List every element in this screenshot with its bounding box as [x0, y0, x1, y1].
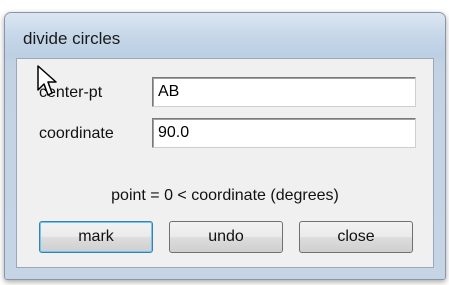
mark-button[interactable]: mark: [39, 221, 153, 253]
divide-circles-dialog: divide circles center-pt AB coordinate 9…: [4, 12, 446, 280]
coordinate-label: coordinate: [39, 125, 114, 142]
dialog-body: center-pt AB coordinate 90.0 point = 0 <…: [16, 58, 434, 268]
coordinate-input[interactable]: 90.0: [152, 118, 416, 148]
undo-button[interactable]: undo: [169, 221, 283, 253]
title-bar[interactable]: divide circles: [5, 13, 445, 57]
window-title: divide circles: [23, 29, 121, 48]
coordinate-hint-text: point = 0 < coordinate (degrees): [111, 187, 339, 204]
center-pt-input[interactable]: AB: [152, 77, 416, 107]
close-button[interactable]: close: [299, 221, 413, 253]
arrow-cursor-icon: [37, 65, 57, 96]
